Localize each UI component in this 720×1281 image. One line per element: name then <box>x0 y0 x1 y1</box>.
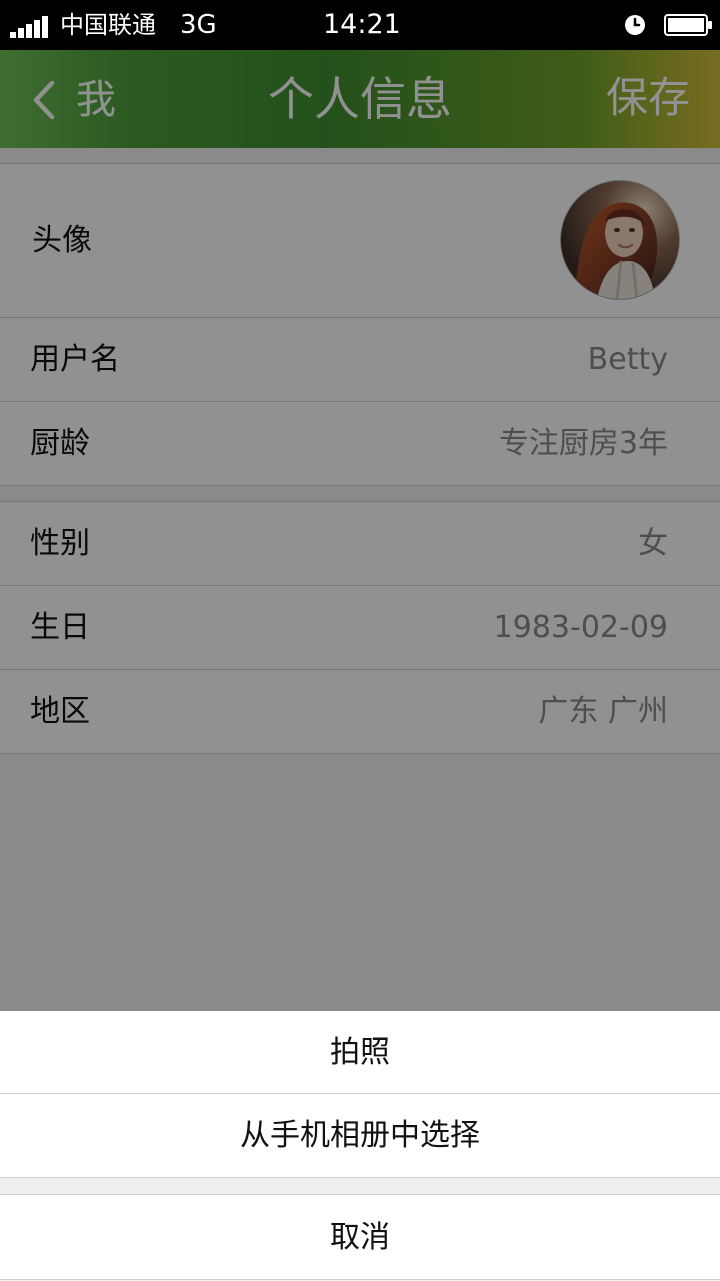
cancel-button[interactable]: 取消 <box>0 1194 720 1280</box>
network-type: 3G <box>180 10 217 40</box>
status-time: 14:21 <box>323 9 401 40</box>
action-sheet: 拍照 从手机相册中选择 取消 <box>0 1011 720 1280</box>
signal-icon <box>10 14 52 38</box>
status-bar: 中国联通 3G 14:21 <box>0 0 720 50</box>
choose-from-album-button[interactable]: 从手机相册中选择 <box>0 1094 720 1178</box>
alarm-icon <box>625 15 645 35</box>
carrier-label: 中国联通 <box>60 11 156 39</box>
take-photo-button[interactable]: 拍照 <box>0 1011 720 1094</box>
battery-icon <box>664 14 712 36</box>
